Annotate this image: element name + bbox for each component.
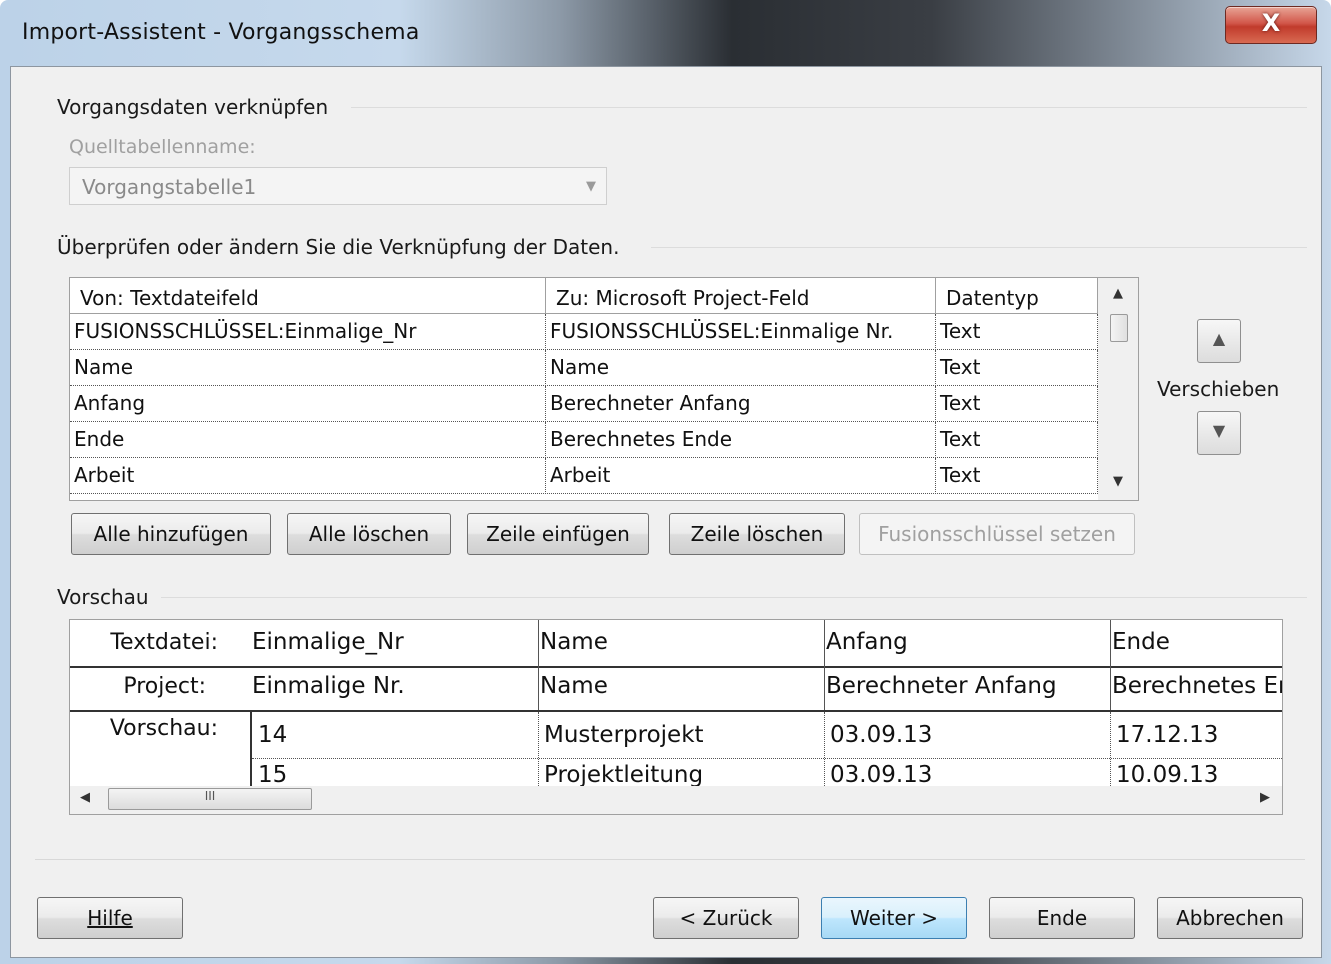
source-table-value: Vorgangstabelle1 — [82, 175, 257, 199]
preview-horizontal-scrollbar[interactable]: ◀ III ▶ — [70, 786, 1282, 814]
set-merge-key-button[interactable]: Fusionsschlüssel setzen — [859, 513, 1135, 555]
cell-datatype[interactable]: Text — [936, 386, 1098, 422]
preview-cell: 17.12.13 — [1116, 722, 1219, 748]
preview-divider — [70, 666, 1282, 668]
delete-all-button[interactable]: Alle löschen — [287, 513, 451, 555]
preview-cell: 10.09.13 — [1116, 762, 1219, 786]
move-down-button[interactable]: ▼ — [1197, 411, 1241, 455]
scroll-down-icon[interactable]: ▼ — [1098, 474, 1138, 489]
cell-to[interactable]: FUSIONSSCHLÜSSEL:Einmalige Nr. — [546, 314, 936, 350]
dialog-client: Vorgangsdaten verknüpfen Quelltabellenna… — [10, 66, 1322, 958]
table-row[interactable]: Name Name Text — [70, 350, 1098, 386]
insert-row-button[interactable]: Zeile einfügen — [467, 513, 649, 555]
preview-label-divider — [250, 712, 252, 786]
cell-to[interactable]: Berechneter Anfang — [546, 386, 936, 422]
preview-row-divider — [252, 758, 1282, 759]
cell-datatype[interactable]: Text — [936, 314, 1098, 350]
scroll-left-icon[interactable]: ◀ — [80, 790, 90, 805]
preview-column-line — [824, 620, 825, 710]
preview-cell: 03.09.13 — [830, 722, 933, 748]
cell-to[interactable]: Berechnetes Ende — [546, 422, 936, 458]
preview-cell: Musterprojekt — [544, 722, 704, 748]
link-group-title: Vorgangsdaten verknüpfen — [57, 95, 329, 119]
scroll-right-icon[interactable]: ▶ — [1260, 790, 1270, 805]
preview-text-field: Name — [540, 629, 608, 655]
cancel-button[interactable]: Abbrechen — [1157, 897, 1303, 939]
column-header-datatype[interactable]: Datentyp — [936, 278, 1098, 314]
preview-cell: Projektleitung — [544, 762, 704, 786]
source-table-label: Quelltabellenname: — [69, 136, 256, 158]
cell-datatype[interactable]: Text — [936, 422, 1098, 458]
cell-to[interactable]: Name — [546, 350, 936, 386]
preview-text-field: Ende — [1112, 629, 1170, 655]
preview-cell: 14 — [258, 722, 288, 748]
preview-project-field: Berechnetes Er — [1112, 673, 1282, 699]
finish-button[interactable]: Ende — [989, 897, 1135, 939]
preview-project-field: Name — [540, 673, 608, 699]
scroll-grip-icon: III — [204, 789, 216, 803]
title-bar[interactable]: Import-Assistent - Vorgangsschema X — [0, 0, 1331, 66]
source-table-combobox: Vorgangstabelle1 ▼ — [69, 167, 607, 205]
next-button[interactable]: Weiter > — [821, 897, 967, 939]
delete-row-button[interactable]: Zeile löschen — [669, 513, 845, 555]
back-button[interactable]: < Zurück — [653, 897, 799, 939]
cell-to[interactable]: Arbeit — [546, 458, 936, 494]
cell-from[interactable]: Ende — [70, 422, 546, 458]
mapping-instruction: Überprüfen oder ändern Sie die Verknüpfu… — [57, 235, 620, 259]
preview-text-label: Textdatei: — [110, 630, 218, 655]
cell-from[interactable]: Name — [70, 350, 546, 386]
move-up-button[interactable]: ▲ — [1197, 319, 1241, 363]
dialog-window: Import-Assistent - Vorgangsschema X Vorg… — [0, 0, 1331, 964]
cell-from[interactable]: Arbeit — [70, 458, 546, 494]
column-header-to[interactable]: Zu: Microsoft Project-Feld — [546, 278, 936, 314]
preview-cell: 15 — [258, 762, 288, 786]
cell-datatype[interactable]: Text — [936, 350, 1098, 386]
cell-from[interactable]: FUSIONSSCHLÜSSEL:Einmalige_Nr — [70, 314, 546, 350]
preview-column-line — [824, 712, 825, 786]
preview-column-line — [1110, 620, 1111, 710]
scroll-thumb[interactable]: III — [108, 788, 312, 810]
help-button[interactable]: Hilfe — [37, 897, 183, 939]
preview-rows-label: Vorschau: — [109, 716, 218, 741]
table-row[interactable]: FUSIONSSCHLÜSSEL:Einmalige_Nr FUSIONSSCH… — [70, 314, 1098, 350]
preview-grid: Textdatei: Einmalige_Nr Name Anfang Ende… — [69, 619, 1283, 815]
mapping-vertical-scrollbar[interactable]: ▲ ▼ — [1098, 278, 1138, 500]
preview-column-line — [538, 620, 539, 710]
chevron-down-icon: ▼ — [586, 179, 596, 194]
mapping-table[interactable]: Von: Textdateifeld Zu: Microsoft Project… — [69, 277, 1139, 501]
group-divider — [651, 247, 1307, 248]
move-label: Verschieben — [1157, 377, 1280, 401]
preview-column-line — [1110, 712, 1111, 786]
scroll-up-icon[interactable]: ▲ — [1098, 286, 1138, 301]
table-row[interactable]: Anfang Berechneter Anfang Text — [70, 386, 1098, 422]
preview-column-line — [538, 712, 539, 786]
window-title: Import-Assistent - Vorgangsschema — [22, 20, 420, 45]
arrow-down-icon: ▼ — [1212, 421, 1226, 440]
group-divider — [161, 597, 1307, 598]
table-row[interactable]: Arbeit Arbeit Text — [70, 458, 1098, 494]
column-header-from[interactable]: Von: Textdateifeld — [70, 278, 546, 314]
preview-project-label: Project: — [123, 674, 206, 699]
preview-project-field: Einmalige Nr. — [252, 673, 405, 699]
table-row[interactable]: Ende Berechnetes Ende Text — [70, 422, 1098, 458]
scroll-thumb[interactable] — [1110, 314, 1128, 342]
arrow-up-icon: ▲ — [1212, 329, 1226, 348]
preview-text-field: Einmalige_Nr — [252, 629, 404, 655]
preview-cell: 03.09.13 — [830, 762, 933, 786]
close-button[interactable]: X — [1225, 6, 1317, 44]
footer-separator — [35, 859, 1305, 860]
cell-datatype[interactable]: Text — [936, 458, 1098, 494]
help-button-label: Hilfe — [87, 906, 133, 930]
close-icon: X — [1261, 9, 1281, 37]
add-all-button[interactable]: Alle hinzufügen — [71, 513, 271, 555]
mapping-table-header: Von: Textdateifeld Zu: Microsoft Project… — [70, 278, 1098, 314]
group-divider — [351, 107, 1307, 108]
preview-project-field: Berechneter Anfang — [826, 673, 1057, 699]
cell-from[interactable]: Anfang — [70, 386, 546, 422]
preview-text-field: Anfang — [826, 629, 908, 655]
preview-group-title: Vorschau — [57, 585, 149, 609]
